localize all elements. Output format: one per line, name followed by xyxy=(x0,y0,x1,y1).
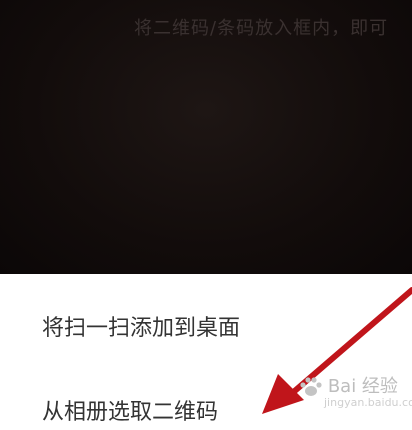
baidu-jingyan-watermark: Bai 经验 jingyan.baidu.com xyxy=(298,376,412,426)
watermark-logo-text: Bai 经验 xyxy=(327,376,398,397)
add-to-desktop-option[interactable]: 将扫一扫添加到桌面 xyxy=(42,310,240,342)
camera-viewfinder: 将二维码/条码放入框内，即可 xyxy=(0,0,412,274)
paw-logo-icon xyxy=(300,377,322,396)
select-from-album-option[interactable]: 从相册选取二维码 xyxy=(42,394,218,426)
scan-screen: 将二维码/条码放入框内，即可 将扫一扫添加到桌面 从相册选取二维码 Bai 经验… xyxy=(0,0,412,430)
watermark-site: jingyan.baidu.com xyxy=(324,396,412,409)
scan-hint-text: 将二维码/条码放入框内，即可 xyxy=(134,18,389,39)
